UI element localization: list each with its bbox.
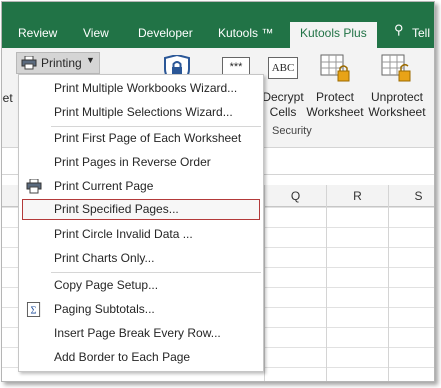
menu-item-label: Print Pages in Reverse Order	[54, 155, 211, 169]
printing-button-label: Printing	[41, 56, 82, 70]
printing-dropdown-button[interactable]: Printing ▼	[16, 52, 100, 74]
menu-item-label: Print Circle Invalid Data ...	[54, 227, 193, 241]
menu-item-label: Print Specified Pages...	[54, 202, 179, 216]
tab-view[interactable]: View	[83, 26, 109, 40]
column-header-r[interactable]: R	[326, 185, 388, 207]
menu-item-paging-subtotals[interactable]: Σ Paging Subtotals...	[19, 299, 263, 320]
menu-item-label: Print Charts Only...	[54, 251, 155, 265]
protect-label-line2: Worksheet	[306, 105, 364, 119]
menu-item-print-multiple-workbooks[interactable]: Print Multiple Workbooks Wizard...	[19, 78, 263, 99]
tab-review[interactable]: Review	[18, 26, 57, 40]
menu-item-print-current-page[interactable]: Print Current Page	[19, 176, 263, 197]
unprotect-label-line2: Worksheet	[368, 105, 426, 119]
printing-dropdown-menu: Print Multiple Workbooks Wizard... Print…	[18, 74, 264, 372]
decrypt-cells-icon[interactable]: ABC	[268, 57, 298, 79]
menu-item-label: Print Current Page	[54, 179, 154, 193]
decrypt-label-line2: Cells	[269, 105, 297, 119]
lightbulb-icon[interactable]: ⚲	[394, 22, 404, 38]
printer-icon	[21, 56, 37, 70]
protect-worksheet-icon[interactable]	[320, 54, 352, 84]
tab-developer[interactable]: Developer	[138, 26, 193, 40]
unprotect-label-line1: Unprotect	[370, 90, 424, 104]
grid-column-line	[326, 185, 327, 381]
menu-item-insert-page-break[interactable]: Insert Page Break Every Row...	[19, 323, 263, 344]
tab-kutools-plus[interactable]: Kutools Plus	[290, 22, 377, 48]
menu-separator	[51, 126, 261, 127]
chevron-down-icon: ▼	[86, 55, 95, 65]
menu-item-label: Copy Page Setup...	[54, 278, 159, 292]
security-group-label: Security	[272, 125, 312, 137]
grid-column-line	[264, 185, 265, 381]
menu-item-label: Paging Subtotals...	[54, 302, 155, 316]
menu-separator	[51, 272, 261, 273]
menu-item-print-charts-only[interactable]: Print Charts Only...	[19, 248, 263, 269]
menu-item-label: Print Multiple Workbooks Wizard...	[54, 81, 238, 95]
menu-item-add-border[interactable]: Add Border to Each Page	[19, 347, 263, 368]
menu-item-label: Add Border to Each Page	[54, 350, 191, 364]
decrypt-label-line1: Decrypt	[262, 90, 304, 104]
protect-label-line1: Protect	[315, 90, 354, 104]
grid-column-line	[388, 185, 389, 381]
menu-item-print-first-page[interactable]: Print First Page of Each Worksheet	[19, 128, 263, 149]
unprotect-worksheet-icon[interactable]	[381, 54, 413, 84]
tab-kutools[interactable]: Kutools ™	[218, 26, 273, 40]
tab-tell-me[interactable]: Tell	[412, 26, 430, 40]
ribbon-left-truncated-label: eet	[2, 91, 13, 105]
menu-item-print-specified-pages[interactable]: Print Specified Pages...	[22, 199, 260, 220]
column-header-q[interactable]: Q	[264, 185, 326, 207]
menu-item-print-circle-invalid-data[interactable]: Print Circle Invalid Data ...	[19, 224, 263, 245]
svg-text:Σ: Σ	[31, 306, 37, 317]
ribbon-tab-bar: Review View Developer Kutools ™ Kutools …	[2, 2, 434, 48]
menu-item-label: Insert Page Break Every Row...	[54, 326, 221, 340]
menu-item-label: Print First Page of Each Worksheet	[54, 131, 242, 145]
sigma-icon: Σ	[26, 302, 41, 317]
menu-item-print-multiple-selections[interactable]: Print Multiple Selections Wizard...	[19, 102, 263, 123]
menu-item-label: Print Multiple Selections Wizard...	[54, 105, 233, 119]
menu-item-print-reverse-order[interactable]: Print Pages in Reverse Order	[19, 152, 263, 173]
column-header-s[interactable]: S	[388, 185, 434, 207]
menu-item-copy-page-setup[interactable]: Copy Page Setup...	[19, 275, 263, 296]
printer-icon	[26, 179, 42, 194]
excel-window: Review View Developer Kutools ™ Kutools …	[1, 1, 435, 382]
